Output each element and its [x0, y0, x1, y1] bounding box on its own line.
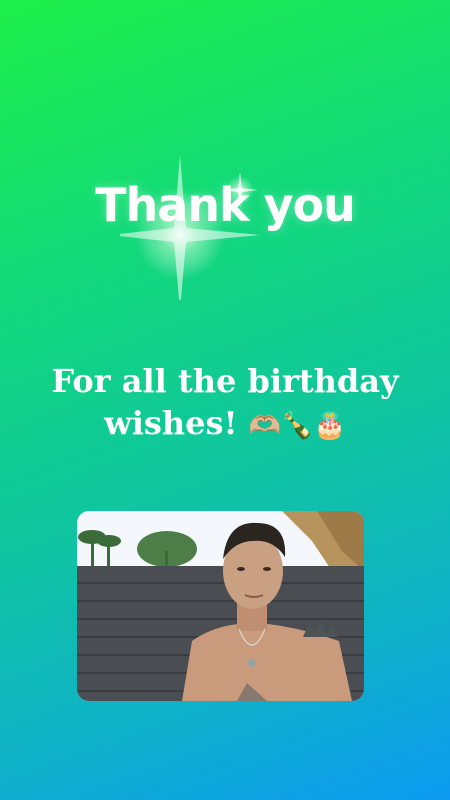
subtitle-line-2: wishes!: [104, 404, 238, 442]
headline-text: Thank you: [95, 178, 356, 232]
person-photo-icon: [77, 511, 364, 701]
subtitle-line-1: For all the birthday: [51, 362, 399, 400]
profile-photo[interactable]: [77, 511, 364, 701]
emoji-group: 🫶🏼🍾🎂: [248, 411, 346, 441]
story-canvas[interactable]: Thank you For all the birthday wishes! 🫶…: [0, 0, 450, 800]
subtitle-text: For all the birthday wishes! 🫶🏼🍾🎂: [30, 360, 420, 447]
